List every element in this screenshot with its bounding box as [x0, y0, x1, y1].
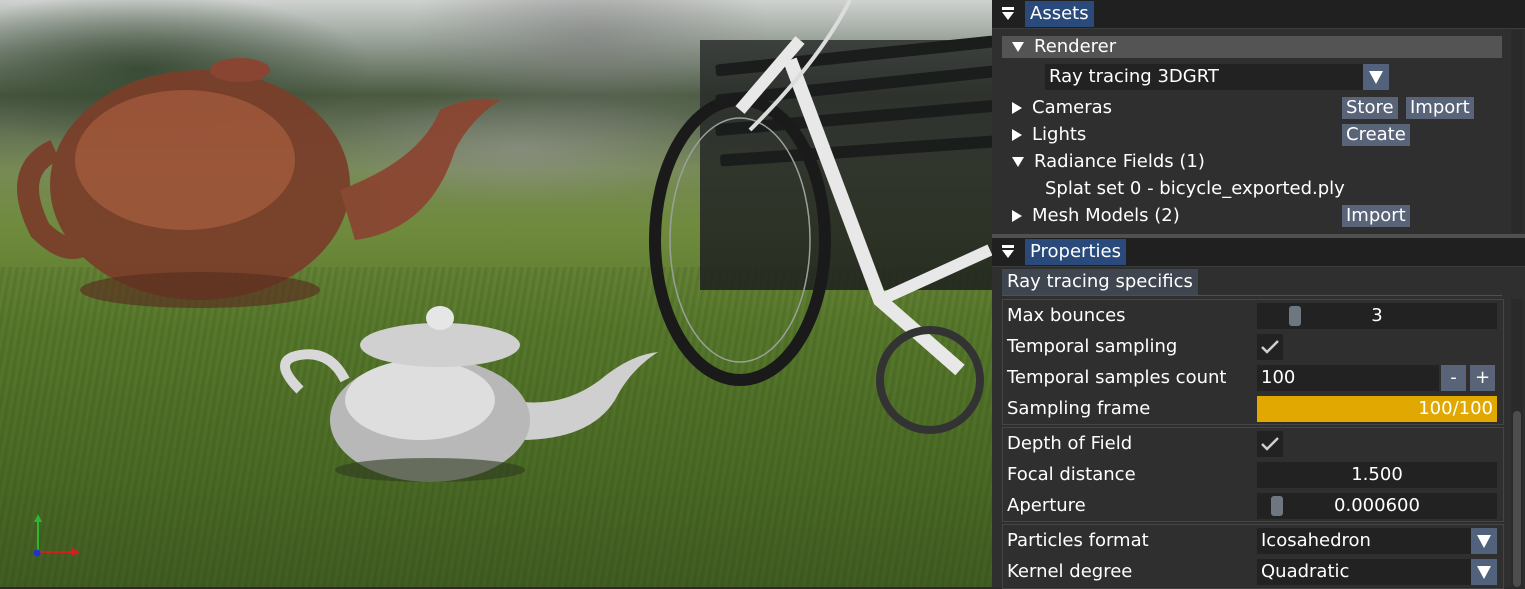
sampling-frame-value: 100/100	[1418, 398, 1493, 419]
increment-button[interactable]: +	[1470, 365, 1495, 391]
max-bounces-value: 3	[1371, 305, 1383, 326]
renderer-header[interactable]: Renderer	[1012, 34, 1116, 60]
render-viewport[interactable]	[0, 0, 992, 587]
kernel-degree-label: Kernel degree	[1007, 561, 1133, 582]
ray-tracing-specifics-tab[interactable]: Ray tracing specifics	[1002, 269, 1198, 295]
sampling-frame-bar: 100/100	[1257, 396, 1497, 422]
tree-arrow-icon	[1012, 102, 1022, 114]
focal-distance-label: Focal distance	[1007, 464, 1136, 485]
properties-window-header: Properties	[992, 238, 1525, 267]
cameras-import-button[interactable]: Import	[1406, 97, 1474, 119]
aperture-value: 0.000600	[1334, 495, 1420, 516]
assets-tab[interactable]: Assets	[1025, 1, 1094, 27]
scene-objects	[17, 0, 992, 482]
particles-format-select[interactable]: Icosahedron	[1257, 528, 1497, 554]
particles-format-value: Icosahedron	[1261, 530, 1371, 551]
aperture-label: Aperture	[1007, 495, 1086, 516]
tree-item-cameras[interactable]: Cameras	[1012, 95, 1112, 121]
cameras-label: Cameras	[1032, 97, 1113, 118]
axis-gizmo-icon	[33, 514, 80, 557]
white-bicycle	[649, 0, 992, 434]
tree-item-lights[interactable]: Lights	[1012, 122, 1086, 148]
assets-window-header: Assets	[992, 0, 1525, 29]
tree-arrow-icon	[1012, 42, 1024, 52]
decrement-button[interactable]: -	[1441, 365, 1466, 391]
sampling-frame-progress: 100/100	[1257, 396, 1497, 422]
temporal-samples-count-input[interactable]: 100	[1257, 365, 1439, 391]
cameras-store-button[interactable]: Store	[1342, 97, 1398, 119]
max-bounces-slider[interactable]: 3	[1257, 303, 1497, 329]
collapse-icon[interactable]	[1002, 245, 1014, 259]
slider-grab[interactable]	[1289, 306, 1301, 326]
tree-item-mesh-models[interactable]: Mesh Models (2)	[1012, 203, 1180, 229]
tree-item-radiance-fields[interactable]: Radiance Fields (1)	[1012, 149, 1205, 175]
tab-underline	[1002, 295, 1502, 296]
particles-format-label: Particles format	[1007, 530, 1149, 551]
dropdown-arrow-icon[interactable]	[1471, 559, 1497, 585]
kernel-degree-value: Quadratic	[1261, 561, 1350, 582]
max-bounces-label: Max bounces	[1007, 305, 1126, 326]
aperture-slider[interactable]: 0.000600	[1257, 493, 1497, 519]
temporal-samples-count-label: Temporal samples count	[1007, 367, 1227, 388]
depth-of-field-checkbox[interactable]	[1257, 431, 1283, 457]
checkmark-icon	[1261, 437, 1279, 451]
collapse-icon[interactable]	[1002, 7, 1014, 21]
tree-arrow-icon	[1012, 129, 1022, 141]
renderer-select[interactable]: Ray tracing 3DGRT	[1045, 64, 1389, 90]
depth-of-field-label: Depth of Field	[1007, 433, 1133, 454]
properties-scrollbar[interactable]	[1511, 299, 1523, 587]
dropdown-arrow-icon[interactable]	[1471, 528, 1497, 554]
temporal-sampling-label: Temporal sampling	[1007, 336, 1178, 357]
mesh-import-button[interactable]: Import	[1342, 205, 1410, 227]
lights-label: Lights	[1032, 124, 1087, 145]
lights-create-button[interactable]: Create	[1342, 124, 1410, 146]
tree-arrow-icon	[1012, 157, 1024, 167]
mesh-models-label: Mesh Models (2)	[1032, 205, 1180, 226]
tree-item-splat-set[interactable]: Splat set 0 - bicycle_exported.ply	[1045, 176, 1345, 202]
focal-distance-input[interactable]: 1.500	[1257, 462, 1497, 488]
side-panel: Assets Renderer Ray tracing 3DGRT Camera…	[992, 0, 1525, 589]
tree-arrow-icon	[1012, 210, 1022, 222]
properties-tab[interactable]: Properties	[1025, 239, 1126, 265]
sampling-frame-label: Sampling frame	[1007, 398, 1151, 419]
kernel-degree-select[interactable]: Quadratic	[1257, 559, 1497, 585]
copper-teapot	[17, 58, 500, 308]
renderer-select-value: Ray tracing 3DGRT	[1049, 66, 1219, 87]
dropdown-arrow-icon[interactable]	[1363, 64, 1389, 90]
scrollbar-thumb[interactable]	[1513, 411, 1521, 587]
radiance-fields-label: Radiance Fields (1)	[1034, 151, 1205, 172]
temporal-sampling-checkbox[interactable]	[1257, 334, 1283, 360]
renderer-label: Renderer	[1034, 36, 1117, 57]
slider-grab[interactable]	[1271, 496, 1283, 516]
chrome-teapot	[280, 306, 658, 482]
assets-scrollbar[interactable]	[1511, 30, 1523, 233]
checkmark-icon	[1261, 340, 1279, 354]
